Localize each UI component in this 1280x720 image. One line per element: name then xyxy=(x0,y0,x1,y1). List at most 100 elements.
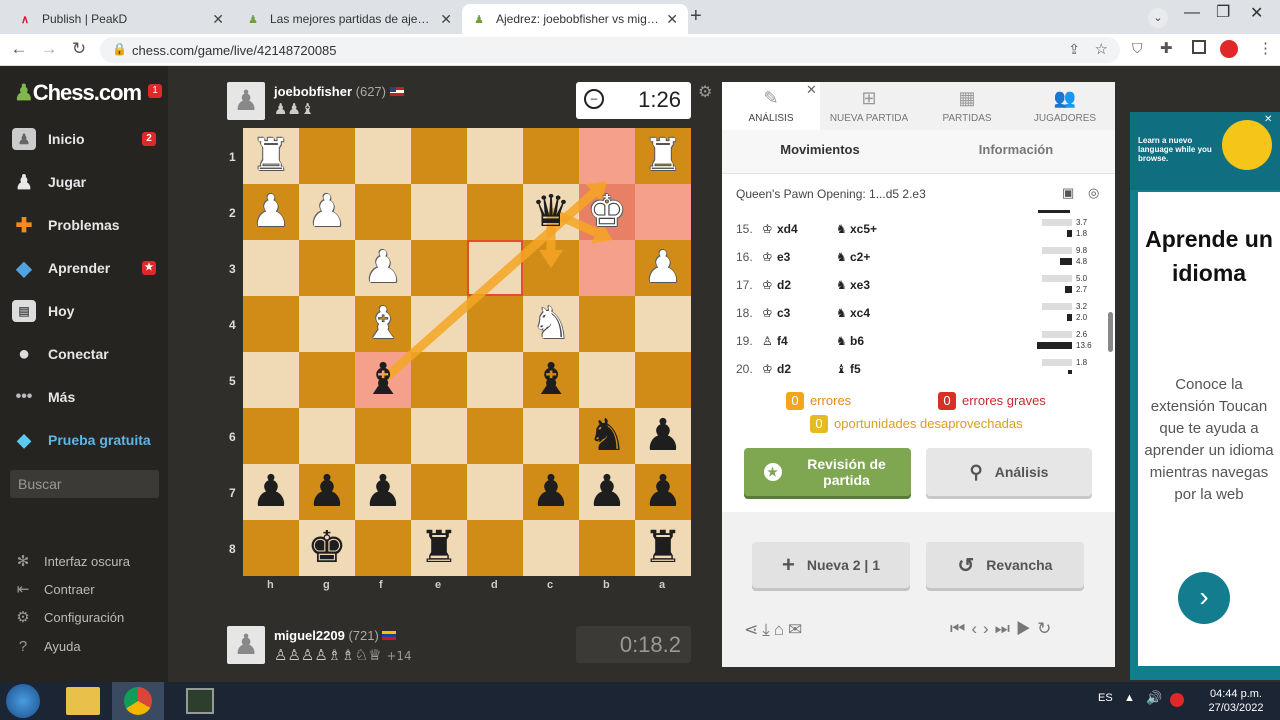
dark-mode-toggle[interactable]: ✻ Interfaz oscura xyxy=(12,550,130,572)
errors-stat[interactable]: 0 errores xyxy=(786,392,851,410)
white-move[interactable]: d2 xyxy=(777,278,791,292)
flip-icon[interactable]: ↻ xyxy=(1037,619,1057,638)
chess-board[interactable]: 1 2 3 4 5 6 7 8 ♜ ♜ ♟ ♟ ♛ ♚ ♟ ♟ ♝ ♞ ♝ ♝ ♞ ♟ ♟ ♟ ♟ ♟ ♟ ♟ ♚ ♜ ♜ xyxy=(229,128,691,576)
black-piece[interactable]: ♝ xyxy=(523,352,579,408)
scrollbar[interactable] xyxy=(1108,312,1113,352)
opening-name[interactable]: Queen's Pawn Opening: 1...d5 2.e3 xyxy=(736,187,926,201)
new-game-button[interactable]: + Nueva 2 | 1 xyxy=(752,542,910,588)
white-piece[interactable]: ♟ xyxy=(299,184,355,240)
rematch-button[interactable]: ↺ Revancha xyxy=(926,542,1084,588)
white-move[interactable]: xd4 xyxy=(777,222,798,236)
tray-app-icon[interactable] xyxy=(1170,693,1184,707)
move-list[interactable]: 15. ♔ xd4 ♞ xc5+ 3.7 1.8 16. ♔ e3 ♞ c2+ 9.8 4.8 17. ♔ d2… xyxy=(722,210,1108,374)
chrome-taskbar-item[interactable] xyxy=(112,682,164,720)
move-row[interactable]: 20. ♔ d2 ♝ f5 1.8 xyxy=(722,356,1102,374)
move-number[interactable]: 19. xyxy=(736,334,753,348)
move-number[interactable]: 17. xyxy=(736,278,753,292)
close-tab-icon[interactable]: ✕ xyxy=(440,11,452,28)
top-player-info[interactable]: joebobfisher (627) xyxy=(274,84,404,99)
move-row[interactable]: 19. ♙ f4 ♞ b6 2.6 13.6 xyxy=(722,328,1102,356)
black-piece[interactable]: ♞ xyxy=(579,408,635,464)
toucan-ad[interactable]: Learn a nuevo language while you browse.… xyxy=(1130,112,1280,680)
settings-link[interactable]: ⚙ Configuración xyxy=(12,606,124,628)
white-move[interactable]: d2 xyxy=(777,362,791,374)
help-link[interactable]: ? Ayuda xyxy=(12,635,81,657)
black-piece[interactable]: ♛ xyxy=(523,184,579,240)
white-piece[interactable]: ♜ xyxy=(243,128,299,184)
share-icon[interactable]: ⇪ xyxy=(1068,41,1080,58)
review-button[interactable]: ★ Revisión de partida xyxy=(744,448,911,496)
sidebar-item-prueba[interactable]: ◆ Prueba gratuita xyxy=(12,427,162,453)
app-icon[interactable] xyxy=(186,688,214,714)
extensions-icon[interactable]: ✚ xyxy=(1160,39,1173,57)
tab-jugadores[interactable]: 👥 JUGADORES xyxy=(1016,82,1114,130)
explorer-icon[interactable] xyxy=(66,687,100,715)
move-row[interactable]: 17. ♔ d2 ♞ xe3 5.0 2.7 xyxy=(722,272,1102,300)
black-move[interactable]: b6 xyxy=(850,334,864,348)
bottom-player-info[interactable]: miguel2209 (721) xyxy=(274,628,397,643)
black-move[interactable]: f5 xyxy=(850,362,861,374)
reload-icon[interactable]: ↻ xyxy=(68,39,90,59)
white-piece[interactable]: ♝ xyxy=(355,296,411,352)
black-move[interactable]: xc4 xyxy=(850,306,870,320)
chat-icon[interactable]: ✉ xyxy=(788,620,806,639)
maximize-button[interactable]: ❐ xyxy=(1216,2,1230,22)
download-icon[interactable]: ⤓ xyxy=(762,620,774,639)
black-piece[interactable]: ♟ xyxy=(299,464,355,520)
white-piece[interactable]: ♜ xyxy=(635,128,691,184)
subtab-movimientos[interactable]: Movimientos xyxy=(722,142,918,157)
sidebar-item-conectar[interactable]: ● Conectar xyxy=(12,341,162,367)
missed-stat[interactable]: 0 oportunidades desaprovechadas xyxy=(810,415,1023,433)
move-row[interactable]: 16. ♔ e3 ♞ c2+ 9.8 4.8 xyxy=(722,244,1102,272)
black-move[interactable]: xe3 xyxy=(850,278,870,292)
white-move[interactable]: c3 xyxy=(777,306,790,320)
black-piece[interactable]: ♟ xyxy=(635,464,691,520)
new-tab-button[interactable]: + xyxy=(690,5,702,28)
sidebar-item-mas[interactable]: ••• Más xyxy=(12,384,162,410)
first-move-icon[interactable]: ⏮ xyxy=(950,619,971,638)
bottom-player-avatar[interactable]: ♟ xyxy=(227,626,265,664)
move-number[interactable]: 20. xyxy=(736,362,753,374)
black-piece[interactable]: ♜ xyxy=(635,520,691,576)
black-piece[interactable]: ♟ xyxy=(579,464,635,520)
move-number[interactable]: 18. xyxy=(736,306,753,320)
black-piece[interactable]: ♟ xyxy=(523,464,579,520)
profile-icon[interactable] xyxy=(1220,40,1238,58)
move-number[interactable]: 15. xyxy=(736,222,753,236)
menu-icon[interactable]: ⋮ xyxy=(1258,39,1273,57)
chess-logo[interactable]: ♟Chess.com xyxy=(14,80,142,106)
browser-tab-mejores[interactable]: ♟ Las mejores partidas de ajedrez d ✕ xyxy=(236,4,462,34)
next-move-icon[interactable]: › xyxy=(983,619,995,638)
url-field[interactable]: 🔒 chess.com/game/live/42148720085 ⇪ ☆ xyxy=(100,37,1120,63)
black-piece[interactable]: ♟ xyxy=(635,408,691,464)
volume-icon[interactable]: 🔊 xyxy=(1146,690,1162,706)
sidebar-item-aprender[interactable]: ◆ Aprender ★ xyxy=(12,255,162,281)
compass-icon[interactable]: ◎ xyxy=(1088,185,1099,201)
tray-up-icon[interactable]: ▲ xyxy=(1124,692,1135,704)
browser-tab-peakd[interactable]: ∧ Publish | PeakD ✕ xyxy=(8,4,234,34)
blunders-stat[interactable]: 0 errores graves xyxy=(938,392,1046,410)
tab-nueva-partida[interactable]: ⊞ NUEVA PARTIDA xyxy=(820,82,918,130)
book-icon[interactable]: ▣ xyxy=(1062,185,1074,201)
language-indicator[interactable]: ES xyxy=(1098,692,1113,704)
sidebar-item-problemas[interactable]: ✚ Problemas xyxy=(12,212,162,238)
search-input[interactable]: Buscar xyxy=(10,470,159,498)
sidebar-item-inicio[interactable]: ♟ Inicio 2 xyxy=(12,126,162,152)
close-analysis-icon[interactable]: ✕ xyxy=(806,82,817,98)
move-number[interactable]: 16. xyxy=(736,250,753,264)
library-icon[interactable]: ⌂ xyxy=(774,620,788,639)
start-button[interactable] xyxy=(6,684,40,718)
black-piece[interactable]: ♚ xyxy=(299,520,355,576)
black-move[interactable]: c2+ xyxy=(850,250,870,264)
white-piece[interactable]: ♟ xyxy=(355,240,411,296)
prev-move-icon[interactable]: ‹ xyxy=(971,619,983,638)
ad-close-icon[interactable]: ✕ xyxy=(1264,114,1272,125)
white-move[interactable]: f4 xyxy=(777,334,788,348)
move-row[interactable]: 15. ♔ xd4 ♞ xc5+ 3.7 1.8 xyxy=(722,216,1102,244)
collapse-button[interactable]: ⇤ Contraer xyxy=(12,578,95,600)
sidebar-item-hoy[interactable]: ▤ Hoy xyxy=(12,298,162,324)
star-icon[interactable]: ☆ xyxy=(1095,40,1108,58)
white-move[interactable]: e3 xyxy=(777,250,790,264)
black-piece[interactable]: ♟ xyxy=(243,464,299,520)
black-piece[interactable]: ♝ xyxy=(355,352,411,408)
